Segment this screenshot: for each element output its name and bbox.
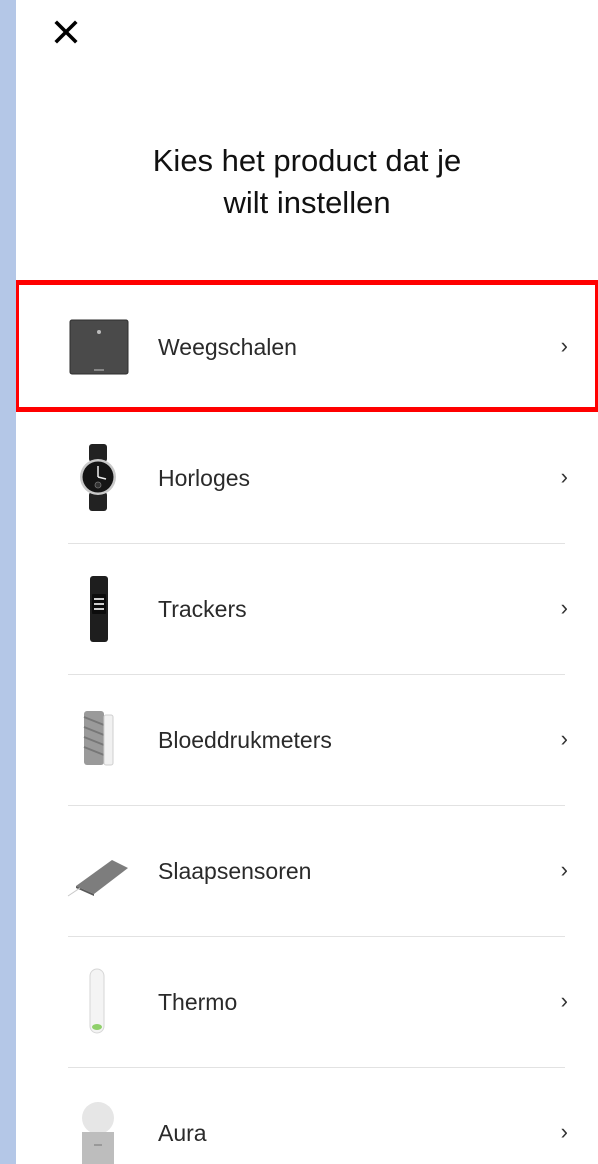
product-label: Bloeddrukmeters	[158, 727, 332, 753]
close-button[interactable]	[52, 18, 80, 46]
product-item-aura[interactable]: Aura ›	[16, 1068, 598, 1164]
product-label: Slaapsensoren	[158, 858, 312, 884]
chevron-right-icon: ›	[560, 726, 568, 751]
product-item-trackers[interactable]: Trackers ›	[16, 544, 598, 675]
page-title-line-2: wilt instellen	[223, 185, 391, 220]
watch-icon	[66, 441, 130, 513]
page-title-line-1: Kies het product dat je	[152, 143, 462, 178]
aura-icon	[66, 1096, 130, 1164]
chevron-right-icon: ›	[560, 988, 568, 1013]
product-item-slaapsensoren[interactable]: Slaapsensoren ›	[16, 806, 598, 937]
product-item-weegschalen[interactable]: Weegschalen ›	[16, 280, 598, 412]
product-label: Horloges	[158, 465, 251, 491]
sleep-sensor-icon	[66, 834, 130, 906]
page-title: Kies het product dat je wilt instellen	[16, 140, 598, 224]
product-label: Aura	[158, 1120, 207, 1146]
thermometer-icon	[66, 965, 130, 1037]
close-icon	[54, 20, 78, 44]
product-label: Trackers	[158, 596, 247, 622]
blood-pressure-monitor-icon	[66, 703, 130, 775]
chevron-right-icon: ›	[560, 857, 568, 882]
product-item-bloeddrukmeters[interactable]: Bloeddrukmeters ›	[16, 675, 598, 806]
chevron-right-icon: ›	[560, 1119, 568, 1144]
chevron-right-icon: ›	[560, 595, 568, 620]
chevron-right-icon: ›	[560, 464, 568, 489]
product-label: Weegschalen	[158, 334, 297, 360]
tracker-icon	[66, 572, 130, 644]
scale-icon	[66, 310, 130, 382]
setup-panel: Kies het product dat je wilt instellen W…	[16, 0, 598, 1164]
product-list: Weegschalen › Horloges › Trackers › Bloe…	[16, 280, 598, 1164]
product-item-thermo[interactable]: Thermo ›	[16, 937, 598, 1068]
chevron-right-icon: ›	[560, 333, 568, 358]
product-label: Thermo	[158, 989, 238, 1015]
product-item-horloges[interactable]: Horloges ›	[16, 413, 598, 544]
